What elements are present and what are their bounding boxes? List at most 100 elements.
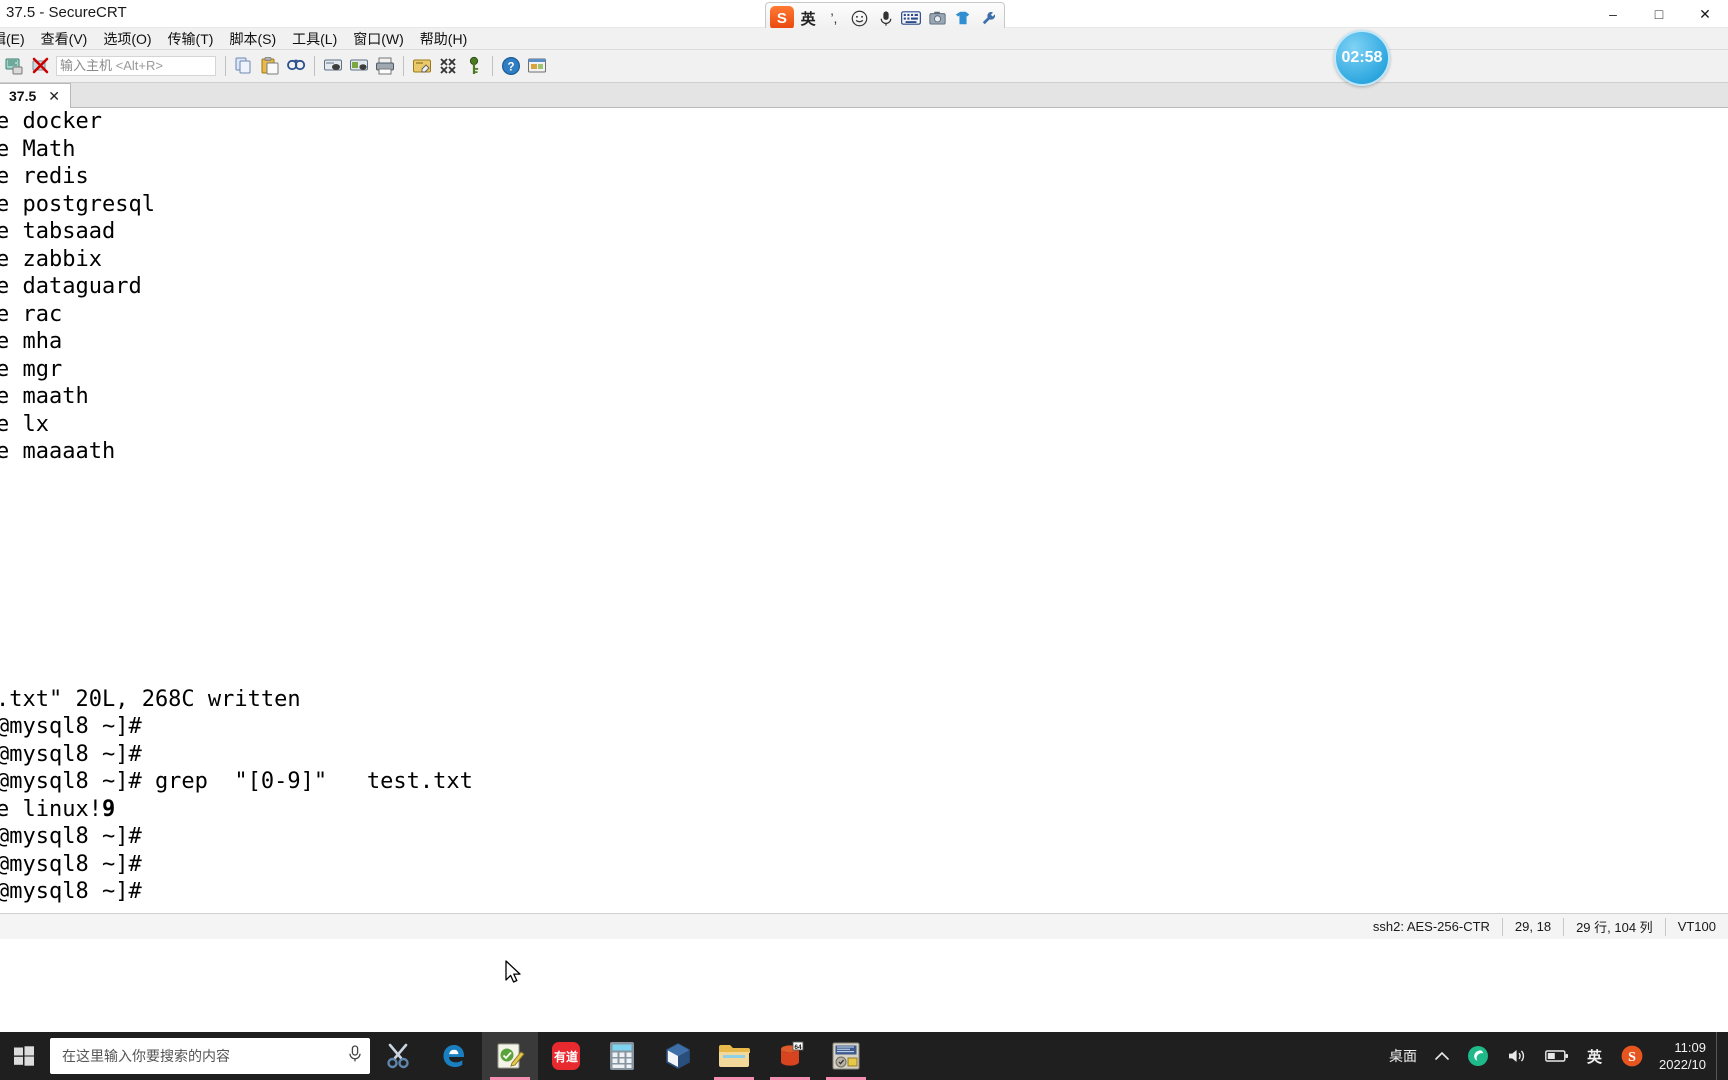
tab-close-icon[interactable]: ✕ bbox=[48, 88, 60, 105]
menu-tools[interactable]: 工具(L) bbox=[284, 28, 345, 49]
window-controls: – □ ✕ bbox=[1590, 0, 1728, 28]
terminal-line: e rac bbox=[0, 301, 63, 327]
terminal-line: e Math bbox=[0, 136, 76, 162]
menu-view[interactable]: 查看(V) bbox=[33, 28, 96, 49]
show-desktop-button[interactable] bbox=[1716, 1032, 1724, 1080]
host-input[interactable]: 输入主机 <Alt+R> bbox=[56, 56, 216, 76]
help-icon[interactable]: ? bbox=[500, 54, 522, 78]
disconnect-icon[interactable] bbox=[30, 54, 52, 78]
svg-text:?: ? bbox=[507, 61, 514, 73]
emoji-icon[interactable] bbox=[848, 6, 871, 30]
terminal-line: e zabbix bbox=[0, 246, 102, 272]
key-icon[interactable] bbox=[463, 54, 485, 78]
terminal-line: @mysql8 ~]# bbox=[0, 714, 142, 739]
menu-options[interactable]: 选项(O) bbox=[95, 28, 159, 49]
taskbar-app-virtualbox[interactable] bbox=[650, 1032, 706, 1080]
status-terminal-size: 29 行, 104 列 bbox=[1563, 917, 1665, 936]
taskbar-app-microsoft-edge[interactable] bbox=[426, 1032, 482, 1080]
volume-icon[interactable] bbox=[1498, 1032, 1536, 1080]
chevron-up-icon[interactable] bbox=[1426, 1032, 1458, 1080]
toolbar-separator-2 bbox=[314, 56, 315, 76]
terminal-line: e linux!9 bbox=[0, 796, 116, 822]
menu-bar: 编辑(E) 查看(V) 选项(O) 传输(T) 脚本(S) 工具(L) 窗口(W… bbox=[0, 28, 1728, 50]
log-session-icon[interactable] bbox=[322, 54, 344, 78]
session-options-icon[interactable] bbox=[411, 54, 433, 78]
terminal-line: e docker bbox=[0, 109, 102, 134]
copy-icon[interactable] bbox=[233, 54, 255, 78]
terminal-line: @mysql8 ~]# grep "[0-9]" test.txt bbox=[0, 769, 473, 794]
screenshot-icon[interactable] bbox=[926, 6, 949, 30]
toolbar: 输入主机 <Alt+R> ? bbox=[0, 50, 1728, 83]
tray-desktop-label[interactable]: 桌面 bbox=[1380, 1032, 1426, 1080]
paste-icon[interactable] bbox=[259, 54, 281, 78]
menu-transfer[interactable]: 传输(T) bbox=[160, 28, 222, 49]
voice-input-icon[interactable] bbox=[874, 6, 897, 30]
netease-music-icon[interactable] bbox=[1458, 1032, 1498, 1080]
menu-edit[interactable]: 编辑(E) bbox=[0, 28, 33, 49]
punctuation-icon[interactable]: ’, bbox=[823, 6, 846, 30]
menu-script[interactable]: 脚本(S) bbox=[221, 28, 284, 49]
terminal-line: @mysql8 ~]# bbox=[0, 741, 142, 767]
terminal-line: e tabsaad bbox=[0, 219, 116, 244]
tray-ime-language[interactable]: 英 bbox=[1578, 1032, 1611, 1080]
taskbar-app-navicat[interactable]: 64 bbox=[762, 1032, 818, 1080]
window-title: 37.5 - SecureCRT bbox=[6, 4, 127, 21]
soft-keyboard-icon[interactable] bbox=[900, 6, 923, 30]
status-bar: ssh2: AES-256-CTR 29, 18 29 行, 104 列 VT1… bbox=[0, 913, 1728, 939]
toolbar-separator-3 bbox=[403, 56, 404, 76]
maximize-button[interactable]: □ bbox=[1636, 0, 1682, 28]
taskbar-app-file-explorer[interactable] bbox=[706, 1032, 762, 1080]
toolbar-separator-4 bbox=[492, 56, 493, 76]
floating-clock-badge[interactable]: 02:58 bbox=[1334, 30, 1390, 86]
taskbar-app-securecrt[interactable] bbox=[818, 1032, 874, 1080]
microphone-icon[interactable] bbox=[348, 1044, 362, 1068]
svg-text:S: S bbox=[1628, 1050, 1636, 1065]
status-emulation: VT100 bbox=[1664, 917, 1728, 936]
sogou-logo-icon[interactable]: S bbox=[770, 6, 794, 30]
taskbar-search-placeholder: 在这里输入你要搜索的内容 bbox=[62, 1048, 230, 1064]
menu-help[interactable]: 帮助(H) bbox=[412, 28, 475, 49]
taskbar-app-snipping-tool[interactable] bbox=[370, 1032, 426, 1080]
print-screen-icon[interactable] bbox=[348, 54, 370, 78]
session-manager-icon[interactable] bbox=[437, 54, 459, 78]
print-icon[interactable] bbox=[374, 54, 396, 78]
taskbar-app-calculator[interactable] bbox=[594, 1032, 650, 1080]
system-tray: 桌面 英 S 11:09 2022/10 bbox=[1380, 1032, 1728, 1080]
status-protocol: ssh2: AES-256-CTR bbox=[1372, 919, 1490, 934]
terminal-output[interactable]: e docker e Math e redis e postgresql e tabsa… bbox=[0, 108, 1728, 913]
host-placeholder: 输入主机 bbox=[60, 58, 113, 73]
menu-window[interactable]: 窗口(W) bbox=[345, 28, 412, 49]
toolbox-icon[interactable] bbox=[977, 6, 1000, 30]
terminal-line: e maaaath bbox=[0, 439, 116, 464]
terminal-line: @mysql8 ~]# bbox=[0, 824, 142, 849]
tray-sogou-icon[interactable]: S bbox=[1611, 1032, 1653, 1080]
taskbar-search-box[interactable]: 在这里输入你要搜索的内容 bbox=[50, 1038, 370, 1074]
taskbar-app-editplus[interactable] bbox=[482, 1032, 538, 1080]
close-button[interactable]: ✕ bbox=[1682, 0, 1728, 28]
terminal-line: e dataguard bbox=[0, 274, 142, 299]
new-session-icon[interactable] bbox=[4, 54, 26, 78]
windows-start-icon[interactable] bbox=[0, 1032, 48, 1080]
window-arrange-icon[interactable] bbox=[526, 54, 548, 78]
terminal-line: e lx bbox=[0, 411, 49, 437]
terminal-line: e redis bbox=[0, 164, 89, 189]
taskbar-app-youdao-dictionary[interactable]: 有道 bbox=[538, 1032, 594, 1080]
tab-37-5[interactable]: 37.5 ✕ bbox=[0, 83, 71, 108]
terminal-line: e maath bbox=[0, 384, 89, 409]
terminal-line: .txt" 20L, 268C written bbox=[0, 686, 301, 712]
ime-language-toggle[interactable]: 英 bbox=[797, 6, 820, 30]
skin-icon[interactable] bbox=[951, 6, 974, 30]
tab-label: 37.5 bbox=[9, 88, 37, 104]
windows-taskbar: 在这里输入你要搜索的内容 有道 64 桌面 英 S 11:09 2022/10 bbox=[0, 1032, 1728, 1080]
minimize-button[interactable]: – bbox=[1590, 0, 1636, 28]
status-cursor-position: 29, 18 bbox=[1501, 917, 1563, 936]
find-icon[interactable] bbox=[285, 54, 307, 78]
tray-clock[interactable]: 11:09 2022/10 bbox=[1653, 1032, 1716, 1080]
battery-icon[interactable] bbox=[1536, 1032, 1578, 1080]
